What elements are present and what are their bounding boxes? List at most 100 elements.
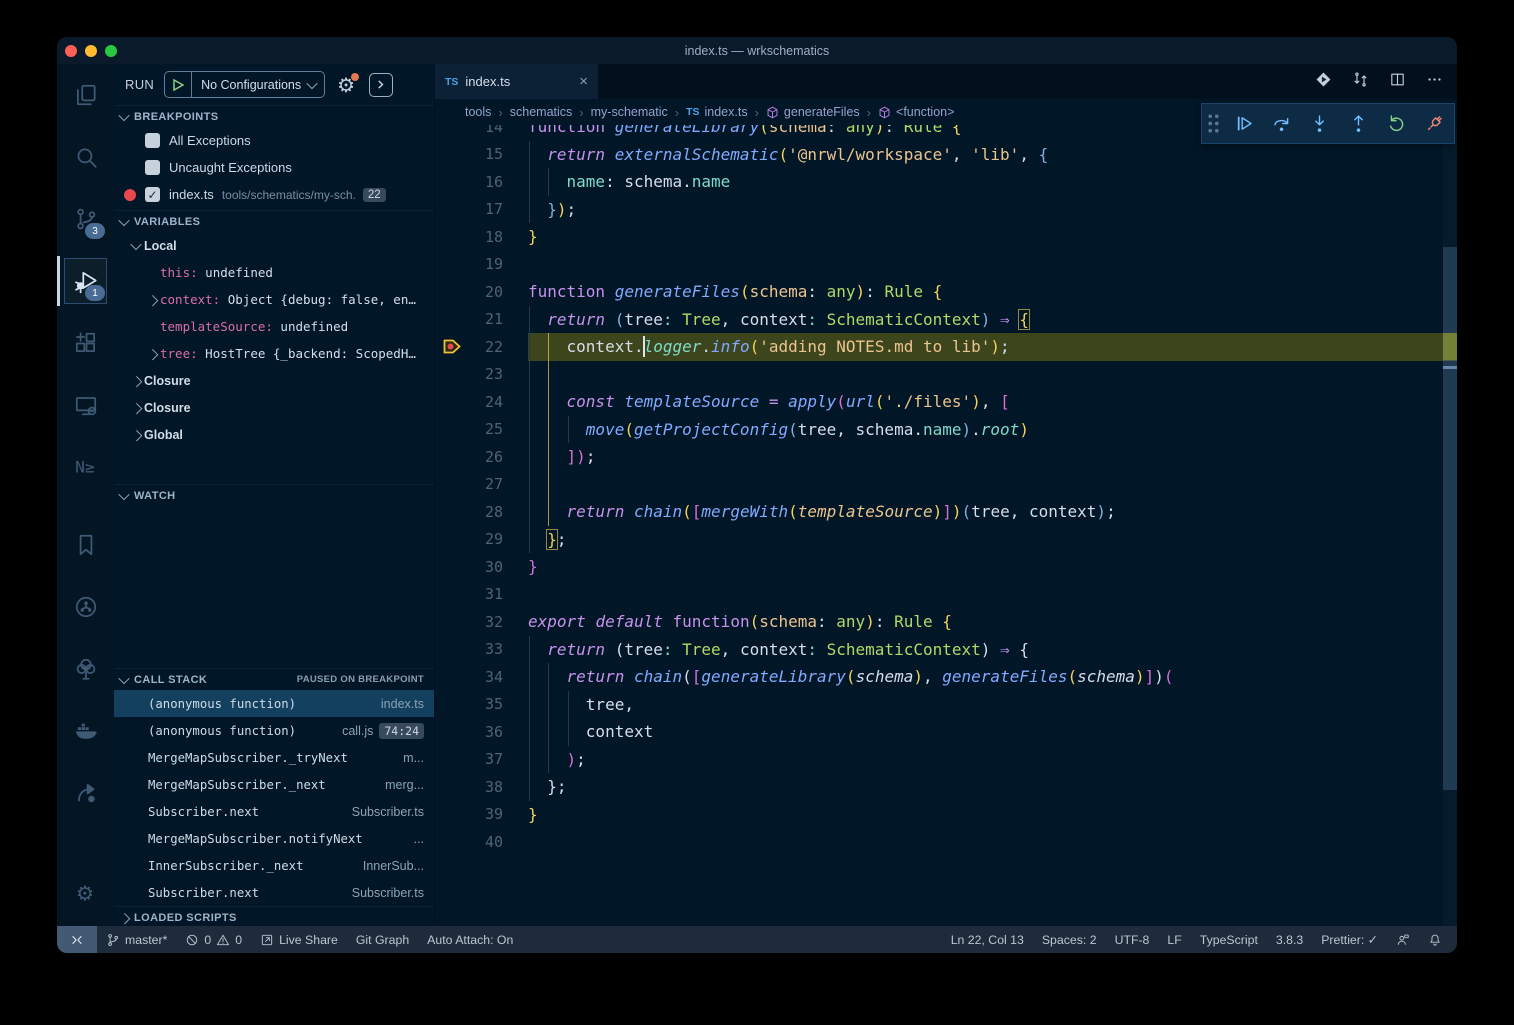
debug-current-line-arrow-icon[interactable]: [435, 339, 461, 354]
line-content[interactable]: return externalSchematic('@nrwl/workspac…: [528, 141, 1457, 169]
line-content[interactable]: [528, 471, 1457, 499]
line-content[interactable]: };: [528, 773, 1457, 801]
statusbar-eol[interactable]: LF: [1158, 926, 1190, 953]
gutter[interactable]: 39: [435, 801, 528, 829]
gutter[interactable]: 19: [435, 251, 528, 279]
gutter[interactable]: 34: [435, 663, 528, 691]
line-content[interactable]: }: [528, 553, 1457, 581]
gutter[interactable]: 29: [435, 526, 528, 554]
gutter[interactable]: 15: [435, 141, 528, 169]
breakpoint-row[interactable]: Uncaught Exceptions: [114, 154, 434, 181]
callstack-row[interactable]: MergeMapSubscriber._tryNextm...: [114, 744, 434, 771]
statusbar-encoding[interactable]: UTF-8: [1106, 926, 1159, 953]
code-line-35[interactable]: 35 tree,: [435, 691, 1457, 719]
debug-console-icon[interactable]: [369, 73, 393, 97]
line-content[interactable]: context.logger.info('adding NOTES.md to …: [528, 333, 1457, 361]
code-line-19[interactable]: 19: [435, 251, 1457, 279]
statusbar-prettier[interactable]: Prettier: ✓: [1312, 926, 1387, 953]
code-line-27[interactable]: 27: [435, 471, 1457, 499]
gutter[interactable]: 32: [435, 608, 528, 636]
activity-source-control-icon[interactable]: 3: [57, 188, 114, 250]
code-line-18[interactable]: 18}: [435, 223, 1457, 251]
gutter[interactable]: 37: [435, 746, 528, 774]
gutter[interactable]: 38: [435, 773, 528, 801]
variable-row[interactable]: this: undefined: [114, 259, 434, 286]
statusbar-problems[interactable]: 00: [176, 926, 251, 953]
statusbar-language-mode[interactable]: TypeScript: [1191, 926, 1267, 953]
more-actions-icon[interactable]: [1426, 71, 1443, 93]
statusbar-indentation[interactable]: Spaces: 2: [1033, 926, 1106, 953]
line-content[interactable]: }: [528, 223, 1457, 251]
callstack-row[interactable]: (anonymous function)index.ts: [114, 690, 434, 717]
line-content[interactable]: function generateFiles(schema: any): Rul…: [528, 278, 1457, 306]
variable-row[interactable]: Closure: [114, 394, 434, 421]
activity-run-and-debug-icon[interactable]: 1: [57, 250, 114, 312]
configure-gear-icon[interactable]: ⚙: [337, 75, 355, 95]
code-line-28[interactable]: 28 return chain([mergeWith(templateSourc…: [435, 498, 1457, 526]
variable-row[interactable]: Global: [114, 421, 434, 448]
line-content[interactable]: };: [528, 526, 1457, 554]
close-tab-icon[interactable]: ×: [579, 73, 588, 90]
scrollbar-slider[interactable]: [1443, 247, 1457, 790]
gutter[interactable]: 24: [435, 388, 528, 416]
section-header-breakpoints[interactable]: BREAKPOINTS: [114, 105, 434, 127]
code-line-33[interactable]: 33 return (tree: Tree, context: Schemati…: [435, 636, 1457, 664]
variable-row[interactable]: context: Object {debug: false, en…: [114, 286, 434, 313]
code-line-23[interactable]: 23: [435, 361, 1457, 389]
gutter[interactable]: 17: [435, 196, 528, 224]
line-content[interactable]: [528, 361, 1457, 389]
section-header-watch[interactable]: WATCH: [114, 484, 434, 506]
statusbar-auto-attach[interactable]: Auto Attach: On: [418, 926, 522, 953]
breakpoint-checkbox[interactable]: ✓: [145, 187, 160, 202]
gutter[interactable]: 27: [435, 471, 528, 499]
callstack-row[interactable]: MergeMapSubscriber.notifyNext...: [114, 825, 434, 852]
code-line-32[interactable]: 32export default function(schema: any): …: [435, 608, 1457, 636]
line-content[interactable]: }: [528, 801, 1457, 829]
code-line-17[interactable]: 17 });: [435, 196, 1457, 224]
code-line-36[interactable]: 36 context: [435, 718, 1457, 746]
activity-live-share-icon[interactable]: [57, 762, 114, 824]
continue-icon[interactable]: [1224, 113, 1262, 134]
gutter[interactable]: 22: [435, 333, 528, 361]
statusbar-git-graph[interactable]: Git Graph: [347, 926, 418, 953]
code-line-20[interactable]: 20function generateFiles(schema: any): R…: [435, 278, 1457, 306]
callstack-row[interactable]: Subscriber.nextSubscriber.ts: [114, 879, 434, 906]
split-editor-icon[interactable]: [1389, 71, 1406, 93]
statusbar-cursor-position[interactable]: Ln 22, Col 13: [942, 926, 1033, 953]
drag-handle-icon[interactable]: [1202, 113, 1224, 134]
breakpoint-row[interactable]: All Exceptions: [114, 127, 434, 154]
activity-test-explorer-icon[interactable]: [57, 638, 114, 700]
code-line-38[interactable]: 38 };: [435, 773, 1457, 801]
code-line-21[interactable]: 21 return (tree: Tree, context: Schemati…: [435, 306, 1457, 334]
activity-extensions-icon[interactable]: [57, 312, 114, 374]
disconnect-icon[interactable]: [1416, 113, 1454, 134]
code-line-39[interactable]: 39}: [435, 801, 1457, 829]
gutter[interactable]: 36: [435, 718, 528, 746]
statusbar-feedback[interactable]: [1387, 926, 1419, 953]
variable-row[interactable]: Closure: [114, 367, 434, 394]
callstack-row[interactable]: InnerSubscriber._nextInnerSub...: [114, 852, 434, 879]
code-line-15[interactable]: 15 return externalSchematic('@nrwl/works…: [435, 141, 1457, 169]
code-line-34[interactable]: 34 return chain([generateLibrary(schema)…: [435, 663, 1457, 691]
gutter[interactable]: 23: [435, 361, 528, 389]
code-line-31[interactable]: 31: [435, 581, 1457, 609]
gutter[interactable]: 31: [435, 581, 528, 609]
gutter[interactable]: 35: [435, 691, 528, 719]
line-content[interactable]: });: [528, 196, 1457, 224]
statusbar-ts-version[interactable]: 3.8.3: [1267, 926, 1312, 953]
statusbar-git-branch[interactable]: master*: [97, 926, 176, 953]
step-into-icon[interactable]: [1301, 113, 1339, 134]
callstack-row[interactable]: Subscriber.nextSubscriber.ts: [114, 798, 434, 825]
gutter[interactable]: 28: [435, 498, 528, 526]
gutter[interactable]: 16: [435, 168, 528, 196]
breadcrumb-item[interactable]: schematics: [510, 105, 573, 119]
line-content[interactable]: name: schema.name: [528, 168, 1457, 196]
line-content[interactable]: tree,: [528, 691, 1457, 719]
code-line-25[interactable]: 25 move(getProjectConfig(tree, schema.na…: [435, 416, 1457, 444]
code-line-16[interactable]: 16 name: schema.name: [435, 168, 1457, 196]
breadcrumb-item[interactable]: generateFiles: [766, 105, 860, 119]
code-line-40[interactable]: 40: [435, 828, 1457, 856]
line-content[interactable]: ]);: [528, 443, 1457, 471]
line-content[interactable]: );: [528, 746, 1457, 774]
code-line-29[interactable]: 29 };: [435, 526, 1457, 554]
